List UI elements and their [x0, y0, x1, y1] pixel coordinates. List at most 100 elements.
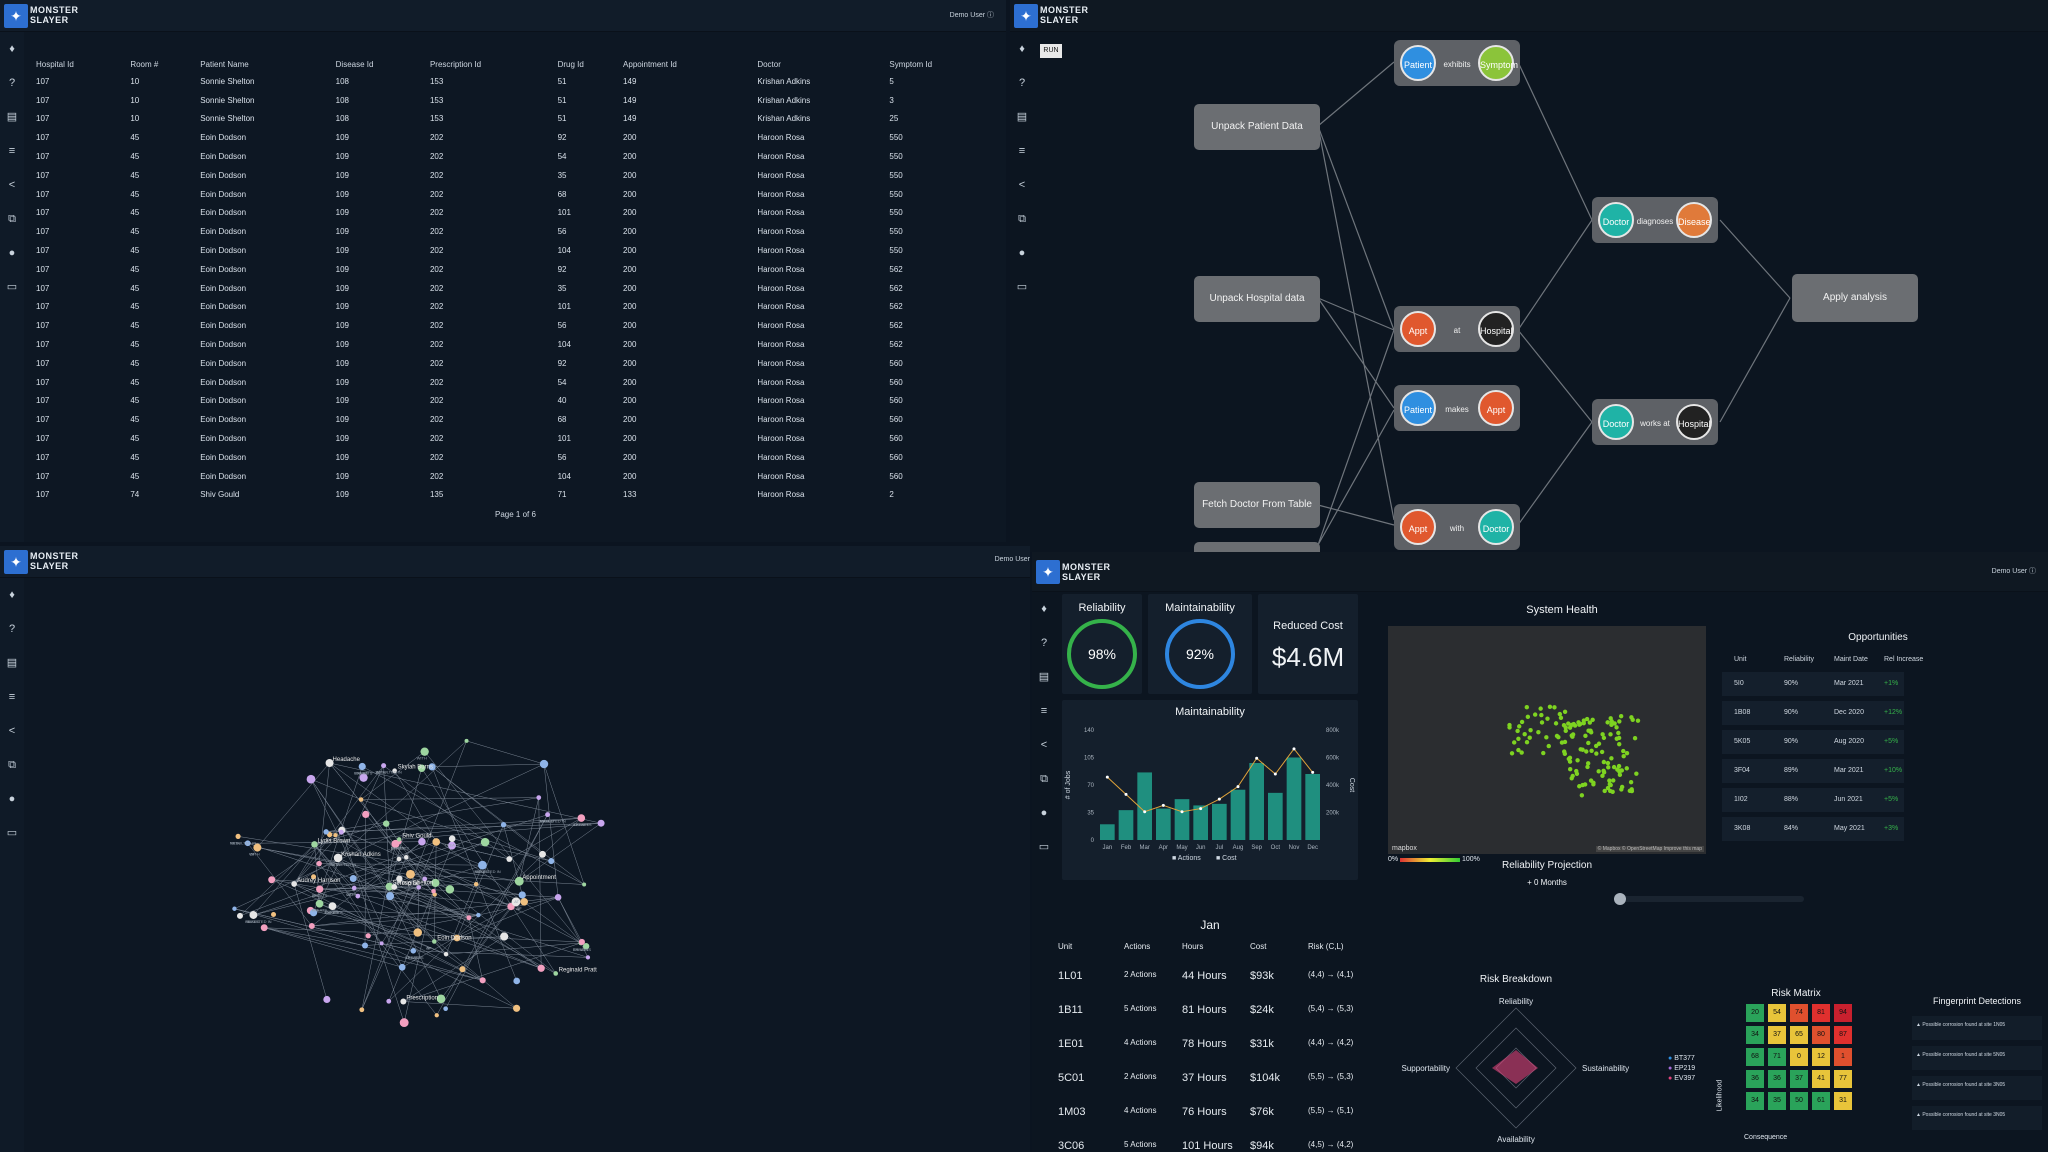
map-marker[interactable] — [1614, 725, 1619, 730]
graph-node[interactable] — [443, 1006, 448, 1011]
monitor-icon[interactable]: ▭ — [0, 270, 24, 304]
help-icon[interactable]: ? — [0, 66, 24, 100]
graph-node[interactable] — [448, 835, 456, 842]
graph-node[interactable] — [338, 829, 344, 835]
table-row[interactable]: 107 45 Eoin Dodson 109 202 54 200 Haroon Rosa 55… — [36, 147, 996, 166]
graph-node[interactable] — [260, 924, 268, 932]
pin-icon[interactable]: ● — [0, 236, 24, 270]
fingerprint-item[interactable]: ▲ Possible corrosion found at site 3N05 — [1912, 1106, 2042, 1130]
map-marker[interactable] — [1578, 747, 1583, 752]
map-marker[interactable] — [1559, 740, 1565, 745]
risk-cell[interactable]: 54 — [1768, 1004, 1786, 1022]
graph-node[interactable] — [386, 892, 395, 901]
graph-node[interactable] — [381, 763, 387, 769]
map-marker[interactable] — [1596, 741, 1602, 746]
risk-cell[interactable]: 87 — [1834, 1026, 1852, 1044]
map-marker[interactable] — [1525, 714, 1531, 720]
graph-node[interactable] — [396, 837, 402, 842]
map-marker[interactable] — [1546, 743, 1551, 749]
map-marker[interactable] — [1581, 720, 1586, 726]
graph-node[interactable] — [513, 1004, 521, 1012]
map-marker[interactable] — [1553, 721, 1559, 726]
map-marker[interactable] — [1609, 719, 1614, 724]
flow-box-apply-analysis[interactable]: Apply analysis — [1792, 274, 1918, 322]
map-marker[interactable] — [1547, 704, 1553, 710]
table-row[interactable]: 107 45 Eoin Dodson 109 202 92 200 Haroon Rosa 56… — [36, 260, 996, 279]
map-marker[interactable] — [1607, 778, 1612, 783]
graph-node[interactable] — [445, 885, 455, 894]
user-menu[interactable]: Demo User — [995, 556, 1030, 563]
risk-cell[interactable]: 41 — [1812, 1070, 1830, 1088]
map-marker[interactable] — [1621, 754, 1626, 759]
point-cost[interactable] — [1217, 797, 1221, 801]
bulb-icon[interactable]: ♦ — [1032, 592, 1056, 626]
flow-icon[interactable]: ⧉ — [0, 202, 24, 236]
graph-node[interactable] — [235, 833, 241, 839]
graph-node[interactable] — [249, 911, 258, 919]
map-marker[interactable] — [1596, 769, 1601, 774]
table-row[interactable]: 107 45 Eoin Dodson 109 202 68 200 Haroon Rosa 55… — [36, 185, 996, 204]
graph-node[interactable] — [420, 747, 429, 756]
radar-series[interactable] — [1492, 1050, 1538, 1084]
risk-cell[interactable]: 34 — [1746, 1092, 1764, 1110]
risk-cell[interactable]: 94 — [1834, 1004, 1852, 1022]
risk-cell[interactable]: 35 — [1768, 1092, 1786, 1110]
graph-node[interactable] — [359, 1007, 365, 1013]
column-header[interactable]: Drug Id — [558, 56, 623, 72]
risk-cell[interactable]: 77 — [1834, 1070, 1852, 1088]
column-header[interactable]: Prescription Id — [430, 56, 558, 72]
map-marker[interactable] — [1594, 751, 1599, 756]
point-cost[interactable] — [1161, 803, 1165, 807]
graph-node[interactable] — [464, 738, 469, 743]
column-header[interactable]: Room # — [130, 56, 200, 72]
map-marker[interactable] — [1616, 730, 1621, 736]
map-marker[interactable] — [1562, 709, 1568, 715]
risk-cell[interactable]: 65 — [1790, 1026, 1808, 1044]
map-marker[interactable] — [1558, 715, 1564, 721]
graph-node[interactable] — [268, 876, 276, 884]
point-cost[interactable] — [1105, 775, 1109, 779]
graph-node[interactable] — [410, 948, 417, 954]
map-marker[interactable] — [1517, 724, 1522, 729]
graph-node[interactable] — [291, 881, 298, 887]
point-cost[interactable] — [1255, 756, 1259, 760]
column-header[interactable]: Doctor — [757, 56, 889, 72]
table-row[interactable]: 107 45 Eoin Dodson 109 202 35 200 Haroon Rosa 56… — [36, 279, 996, 298]
table-row[interactable]: 107 10 Sonnie Shelton 108 153 51 149 Krishan Ad… — [36, 72, 996, 91]
bar-actions[interactable] — [1286, 757, 1302, 841]
graph-node[interactable] — [323, 829, 329, 835]
graph-node[interactable] — [476, 912, 481, 918]
bar-actions[interactable] — [1137, 772, 1152, 840]
graph-node[interactable] — [232, 906, 237, 911]
risk-cell[interactable]: 36 — [1768, 1070, 1786, 1088]
column-header[interactable]: Hospital Id — [36, 56, 130, 72]
graph-node[interactable] — [459, 966, 466, 973]
risk-cell[interactable]: 68 — [1746, 1048, 1764, 1066]
map-marker[interactable] — [1617, 741, 1622, 747]
table-row[interactable]: 107 45 Eoin Dodson 109 202 101 200 Haroon Rosa 5… — [36, 204, 996, 223]
map-marker[interactable] — [1629, 715, 1634, 720]
graph-node[interactable] — [582, 882, 587, 887]
map-marker[interactable] — [1557, 711, 1563, 717]
map-marker[interactable] — [1585, 761, 1591, 766]
map-marker[interactable] — [1576, 720, 1581, 725]
map-marker[interactable] — [1588, 730, 1594, 735]
risk-cell[interactable]: 37 — [1768, 1026, 1786, 1044]
map-marker[interactable] — [1601, 768, 1606, 774]
map-marker[interactable] — [1621, 748, 1626, 754]
table-row[interactable]: 107 45 Eoin Dodson 109 202 54 200 Haroon Rosa 56… — [36, 373, 996, 392]
graph-node[interactable] — [413, 928, 422, 937]
unit-column-header[interactable]: Unit — [1058, 942, 1128, 951]
map-marker[interactable] — [1541, 750, 1546, 756]
help-icon[interactable]: ? — [0, 612, 24, 646]
risk-cell[interactable]: 71 — [1768, 1048, 1786, 1066]
unit-column-header[interactable]: Hours — [1182, 942, 1252, 951]
graph-node[interactable] — [379, 941, 384, 946]
bar-actions[interactable] — [1249, 763, 1264, 840]
fingerprint-item[interactable]: ▲ Possible corrosion found at site 1N05 — [1912, 1016, 2042, 1040]
graph-node[interactable] — [545, 812, 551, 818]
column-header[interactable]: Appointment Id — [623, 56, 757, 72]
map-marker[interactable] — [1618, 713, 1624, 719]
graph-node[interactable] — [323, 995, 331, 1004]
map-marker[interactable] — [1562, 751, 1568, 757]
